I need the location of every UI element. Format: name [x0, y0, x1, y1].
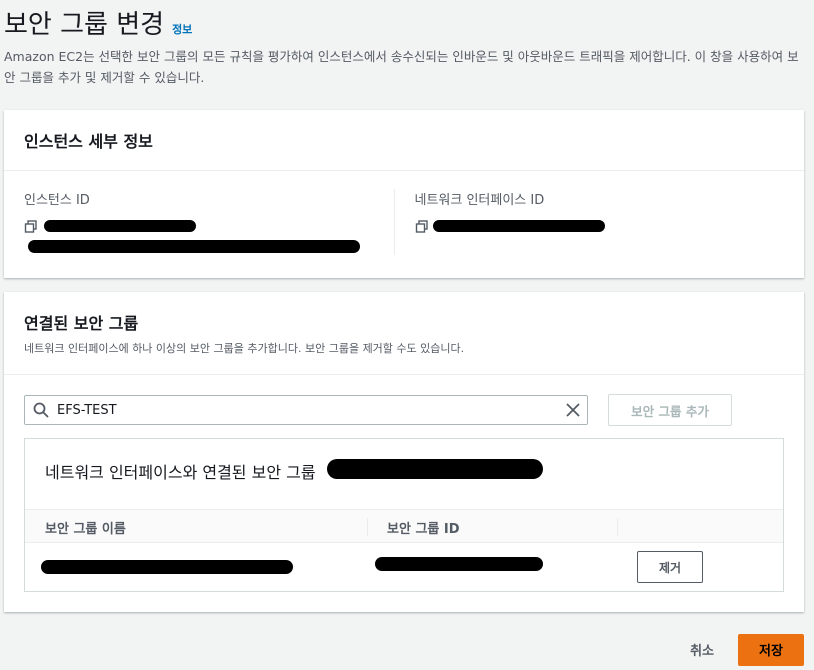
copy-icon[interactable] — [415, 220, 429, 234]
associated-groups-table: 네트워크 인터페이스와 연결된 보안 그룹 보안 그룹 이름 보안 그룹 ID … — [24, 438, 784, 592]
search-input[interactable] — [57, 396, 557, 424]
column-header-group-id[interactable]: 보안 그룹 ID — [387, 518, 460, 537]
associated-groups-title: 연결된 보안 그룹 — [24, 314, 139, 333]
column-header-group-name[interactable]: 보안 그룹 이름 — [45, 518, 126, 537]
save-button[interactable]: 저장 — [738, 633, 804, 666]
instance-details-grid: 인스턴스 ID 네트워크 인터페이스 ID — [4, 171, 804, 273]
redacted-instance-id — [44, 220, 196, 232]
network-interface-id-value — [415, 218, 785, 258]
column-divider — [367, 518, 368, 536]
instance-details-panel: 인스턴스 세부 정보 인스턴스 ID 네트워크 인터페이스 ID — [4, 110, 804, 278]
instance-id-field: 인스턴스 ID — [24, 189, 394, 255]
page-description: Amazon EC2는 선택한 보안 그룹의 모든 규칙을 평가하여 인스턴스에… — [4, 49, 799, 85]
column-divider — [617, 518, 618, 536]
cancel-button[interactable]: 취소 — [690, 632, 714, 667]
remove-button[interactable]: 제거 — [637, 551, 703, 583]
search-row: 보안 그룹 추가 — [24, 394, 732, 426]
table-header-row: 보안 그룹 이름 보안 그룹 ID — [25, 509, 783, 543]
instance-details-header: 인스턴스 세부 정보 — [4, 110, 804, 171]
associated-groups-panel: 연결된 보안 그룹 네트워크 인터페이스에 하나 이상의 보안 그룹을 추가합니… — [4, 292, 804, 612]
instance-id-label: 인스턴스 ID — [24, 193, 90, 208]
instance-details-title: 인스턴스 세부 정보 — [24, 132, 153, 151]
network-interface-id-field: 네트워크 인터페이스 ID — [393, 189, 785, 258]
redacted-instance-id-line2 — [28, 240, 360, 253]
redacted-network-interface — [327, 459, 543, 479]
close-icon[interactable] — [565, 402, 581, 418]
footer-actions: 취소 저장 — [690, 632, 804, 667]
associated-groups-header: 연결된 보안 그룹 네트워크 인터페이스에 하나 이상의 보안 그룹을 추가합니… — [4, 292, 804, 375]
associated-groups-subtitle: 네트워크 인터페이스에 하나 이상의 보안 그룹을 추가합니다. 보안 그룹을 … — [24, 342, 465, 355]
search-icon — [33, 402, 49, 418]
copy-icon[interactable] — [24, 220, 38, 234]
security-group-search[interactable] — [24, 395, 588, 425]
table-title-text: 네트워크 인터페이스와 연결된 보안 그룹 — [45, 463, 316, 482]
redacted-group-id — [375, 557, 543, 571]
network-interface-id-label: 네트워크 인터페이스 ID — [414, 193, 545, 208]
table-row: 제거 — [25, 542, 783, 590]
add-security-group-button[interactable]: 보안 그룹 추가 — [608, 394, 732, 426]
page-title: 보안 그룹 변경 — [4, 10, 165, 40]
page-header: 보안 그룹 변경 정보 — [4, 4, 192, 41]
table-title: 네트워크 인터페이스와 연결된 보안 그룹 — [45, 459, 316, 483]
instance-id-value — [24, 218, 394, 258]
redacted-group-name — [41, 560, 293, 574]
info-link[interactable]: 정보 — [172, 21, 192, 37]
redacted-network-interface-id — [432, 220, 605, 232]
